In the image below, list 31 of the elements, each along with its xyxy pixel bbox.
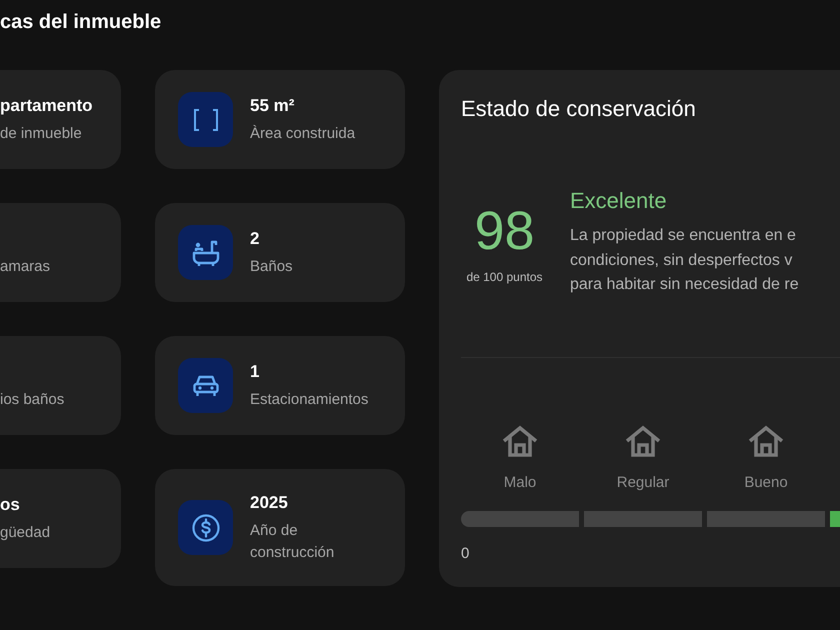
feature-value: os	[0, 494, 21, 516]
feature-label: Año de construcción	[250, 521, 336, 563]
feature-value: 2025	[250, 492, 289, 514]
bathtub-icon	[178, 225, 233, 280]
feature-label: ios baños	[0, 390, 66, 410]
section-title: cas del inmueble	[0, 10, 162, 35]
feature-label: Baños	[250, 257, 293, 277]
rating-description: La propiedad se encuentra en e condiciones, sin desperfectos v para habitar sin necesidad de re	[570, 226, 799, 295]
feature-value: 1	[250, 361, 260, 383]
feature-value: partamento	[0, 95, 94, 117]
scale-label: Bueno	[744, 472, 788, 492]
feature-label: güedad	[0, 523, 52, 543]
panel-title: Estado de conservación	[461, 95, 697, 123]
house-icon	[748, 424, 784, 456]
feature-label: Àrea construida	[250, 124, 356, 144]
brackets-icon	[178, 92, 233, 147]
house-icon	[625, 424, 661, 456]
score-value: 98	[474, 203, 535, 259]
scale-start-label: 0	[461, 544, 470, 564]
feature-value: 55 m²	[250, 95, 296, 117]
scale-label: Regular	[616, 472, 670, 492]
car-icon	[178, 358, 233, 413]
feature-label: de inmueble	[0, 124, 83, 144]
house-icon	[502, 424, 538, 456]
feature-label: amaras	[0, 257, 52, 277]
scale-label: Malo	[504, 472, 536, 492]
dollar-coin-icon	[178, 500, 233, 555]
feature-value: 2	[250, 228, 260, 250]
feature-label: Estacionamientos	[250, 390, 368, 410]
rating-label: Excelente	[570, 187, 668, 215]
score-caption: de 100 puntos	[466, 269, 543, 285]
